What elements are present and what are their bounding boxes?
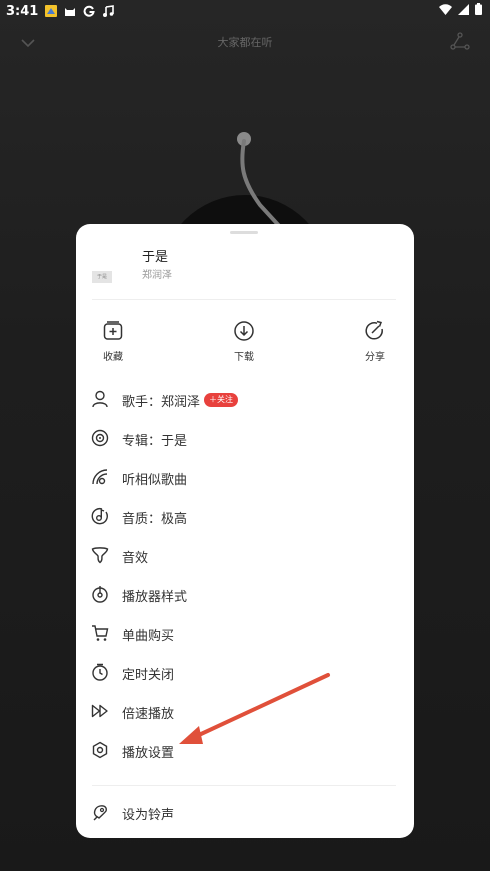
cat-icon — [64, 5, 76, 17]
status-bar: 3:41 — [0, 0, 490, 22]
ringtone-icon — [93, 805, 107, 821]
favorite-button[interactable]: 收藏 — [83, 320, 143, 368]
signal-icon — [458, 3, 469, 15]
singer-icon — [92, 390, 108, 408]
menu-item-label: 听相似歌曲 — [122, 473, 188, 488]
menu-item-player-style[interactable]: 播放器样式 — [76, 575, 414, 614]
quality-icon — [91, 507, 108, 525]
song-title: 于是 — [142, 250, 169, 265]
wifi-icon — [439, 3, 452, 15]
add-favorite-icon — [103, 321, 123, 340]
download-icon — [234, 321, 254, 341]
menu-item-label: 歌手：郑润泽 — [122, 395, 201, 410]
song-header: 于是 于是 郑润泽 — [92, 246, 398, 298]
menu-item-sleep-timer[interactable]: 定时关闭 — [76, 653, 414, 692]
menu-item-similar-songs[interactable]: 听相似歌曲 — [76, 458, 414, 497]
sheet-drag-handle[interactable] — [230, 231, 258, 234]
divider — [92, 299, 396, 300]
status-time: 3:41 — [6, 3, 39, 19]
menu-item-label: 单曲购买 — [122, 629, 175, 644]
menu-item-purchase[interactable]: 单曲购买 — [76, 614, 414, 653]
menu-item-label: 音效 — [122, 551, 149, 566]
share-icon[interactable] — [450, 32, 470, 54]
player-top-bar: 大家都在听 — [0, 26, 490, 56]
menu-item-label: 设为铃声 — [122, 808, 175, 823]
cart-icon — [92, 625, 109, 641]
menu-item-playback-speed[interactable]: 倍速播放 — [76, 692, 414, 731]
sound-effect-icon — [91, 547, 109, 564]
menu-item-quality[interactable]: 音质：极高 — [76, 497, 414, 536]
menu-item-label: 音质：极高 — [122, 512, 188, 527]
similar-songs-icon — [92, 469, 108, 485]
share-icon — [365, 320, 383, 340]
menu-item-album[interactable]: 专辑：于是 — [76, 419, 414, 458]
album-cover: 于是 — [92, 271, 112, 283]
song-options-sheet: 于是 于是 郑润泽 收藏 下载 分享 歌手：郑润泽 ＋关注 专辑：于是 听相似歌… — [76, 224, 414, 838]
follow-button[interactable]: ＋关注 — [204, 393, 238, 407]
battery-icon — [475, 3, 482, 15]
settings-icon — [92, 741, 108, 759]
menu-item-ringtone[interactable]: 设为铃声 — [76, 793, 414, 832]
menu-item-label: 播放器样式 — [122, 590, 188, 605]
notification-icon — [45, 5, 58, 17]
menu-item-label: 倍速播放 — [122, 707, 175, 722]
speed-icon — [91, 704, 108, 718]
divider — [92, 785, 396, 786]
menu-item-label: 定时关闭 — [122, 668, 175, 683]
timer-icon — [92, 663, 108, 681]
download-label: 下载 — [234, 352, 254, 363]
menu-item-singer[interactable]: 歌手：郑润泽 ＋关注 — [76, 380, 414, 419]
player-style-icon — [92, 586, 108, 603]
menu-item-sound-effect[interactable]: 音效 — [76, 536, 414, 575]
menu-item-label: 专辑：于是 — [122, 434, 188, 449]
menu-item-label: 播放设置 — [122, 746, 175, 761]
g-icon — [83, 5, 96, 17]
favorite-label: 收藏 — [103, 352, 123, 363]
menu-item-playback-settings[interactable]: 播放设置 — [76, 731, 414, 770]
song-actions: 收藏 下载 分享 — [76, 320, 414, 368]
song-artist: 郑润泽 — [142, 270, 172, 281]
tonearm-icon — [237, 132, 284, 231]
share-label: 分享 — [365, 352, 385, 363]
download-button[interactable]: 下载 — [214, 320, 274, 368]
share-button[interactable]: 分享 — [345, 320, 405, 368]
album-icon — [91, 429, 109, 447]
status-right-icons — [439, 3, 482, 15]
music-note-icon — [102, 5, 115, 17]
player-title: 大家都在听 — [217, 36, 273, 49]
